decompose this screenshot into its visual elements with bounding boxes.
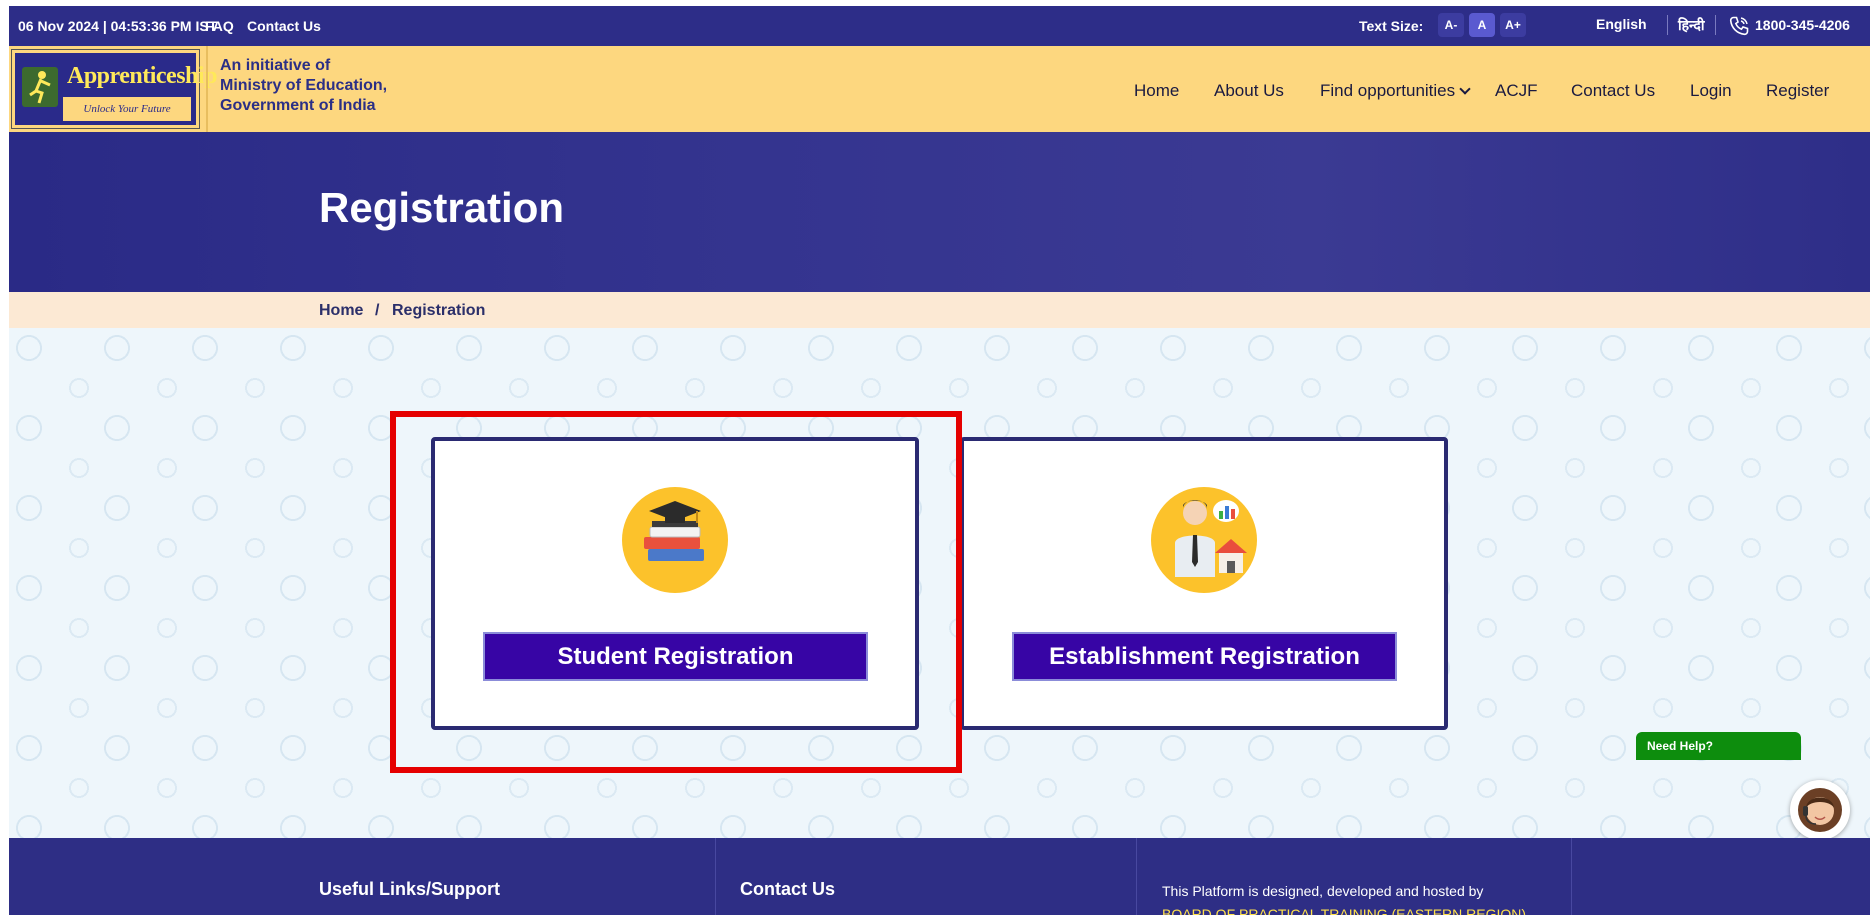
nav-register[interactable]: Register (1766, 81, 1829, 101)
language-hindi[interactable]: हिन्दी (1678, 16, 1704, 35)
footer-useful-links-heading: Useful Links/Support (319, 879, 501, 899)
page-title: Registration (319, 184, 565, 231)
page: 06 Nov 2024 | 04:53:36 PM IST FAQ Contac… (9, 6, 1870, 915)
chevron-down-icon (1459, 83, 1471, 95)
nav-contact-us[interactable]: Contact Us (1571, 81, 1655, 101)
footer-contact-heading: Contact Us (740, 879, 836, 899)
breadcrumb-home[interactable]: Home (319, 302, 363, 320)
breadcrumb-current: Registration (392, 302, 486, 319)
phone-separator (1715, 15, 1716, 35)
text-size-increase-button[interactable]: A+ (1500, 13, 1526, 37)
hero-banner: Registration (9, 132, 1870, 292)
nav-acjf[interactable]: ACJF (1495, 81, 1538, 101)
apprenticeship-logo[interactable]: Apprenticeship Unlock Your Future (11, 49, 217, 129)
footer-platform-text: This Platform is designed, developed and… (1162, 883, 1484, 899)
need-help-button[interactable]: Need Help? (1636, 732, 1801, 760)
selection-highlight (390, 411, 962, 773)
initiative-text: An initiative of Ministry of Education, … (220, 56, 387, 116)
site-header: Apprenticeship Unlock Your Future An ini… (9, 46, 1870, 132)
business-person-icon (1151, 487, 1257, 593)
utility-bar: 06 Nov 2024 | 04:53:36 PM IST FAQ Contac… (9, 6, 1870, 46)
chat-assistant-avatar[interactable] (1790, 780, 1850, 840)
establishment-registration-card[interactable]: Establishment Registration (960, 437, 1448, 730)
breadcrumb: Home / Registration (9, 292, 1870, 328)
text-size-normal-button[interactable]: A (1469, 13, 1495, 37)
top-contact-link[interactable]: Contact Us (247, 18, 321, 34)
nav-find-opportunities[interactable]: Find opportunities (1320, 81, 1471, 101)
nav-about-us[interactable]: About Us (1214, 81, 1284, 101)
faq-link[interactable]: FAQ (205, 18, 234, 34)
text-size-decrease-button[interactable]: A- (1438, 13, 1464, 37)
nav-login[interactable]: Login (1690, 81, 1732, 101)
language-english[interactable]: English (1596, 16, 1647, 32)
header-divider (206, 46, 208, 132)
nav-find-opportunities-label: Find opportunities (1320, 81, 1456, 100)
footer-divider (715, 838, 716, 915)
logo-tagline: Unlock Your Future (63, 97, 191, 121)
footer-divider (1571, 838, 1572, 915)
site-footer: Useful Links/Support Contact Us This Pla… (9, 838, 1870, 915)
helpline-number[interactable]: 1800-345-4206 (1755, 17, 1850, 33)
footer-board-link[interactable]: BOARD OF PRACTICAL TRAINING (EASTERN REG… (1162, 906, 1530, 915)
logo-emblem-icon (22, 67, 58, 107)
footer-divider (1136, 838, 1137, 915)
establishment-registration-button[interactable]: Establishment Registration (1012, 632, 1397, 681)
nav-home[interactable]: Home (1134, 81, 1179, 101)
initiative-line: An initiative of (220, 57, 331, 74)
government-line: Government of India (220, 97, 376, 114)
text-size-label: Text Size: (1359, 18, 1424, 34)
lang-separator (1667, 15, 1668, 35)
ministry-line: Ministry of Education, (220, 77, 388, 94)
logo-title: Apprenticeship (67, 63, 217, 89)
phone-icon (1729, 16, 1749, 36)
datetime-display: 06 Nov 2024 | 04:53:36 PM IST (18, 18, 218, 34)
breadcrumb-separator: / (375, 302, 380, 319)
